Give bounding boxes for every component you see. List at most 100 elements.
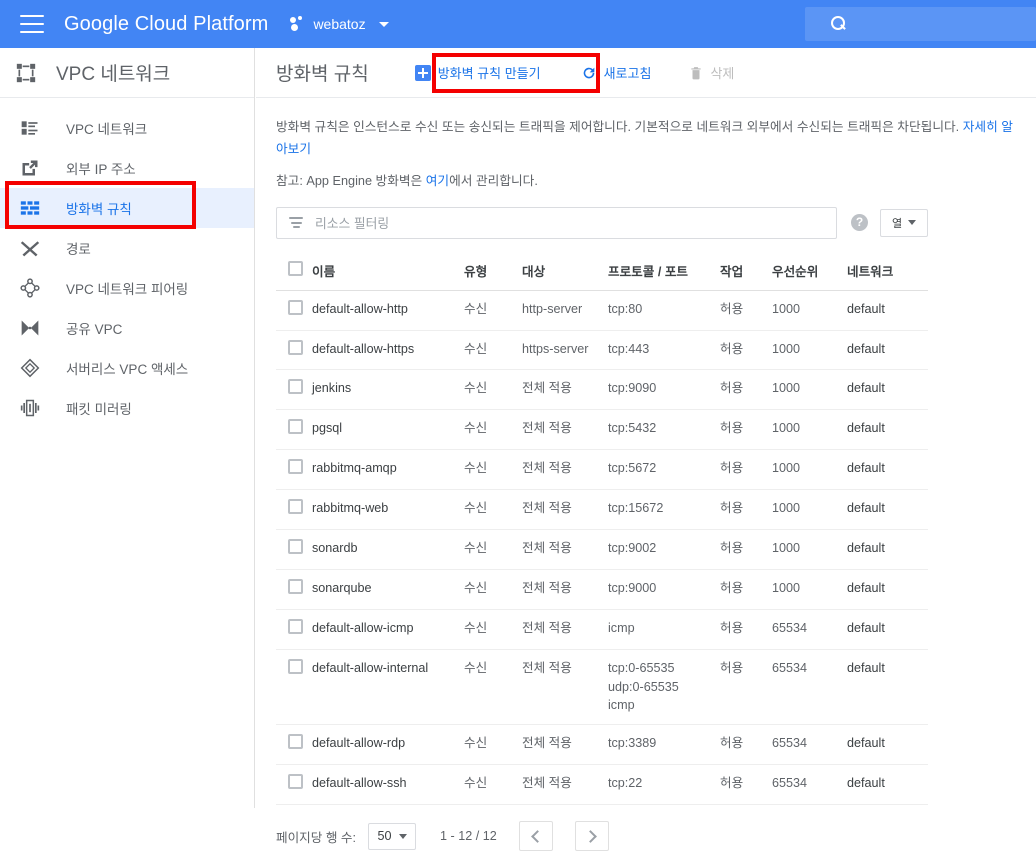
cell-type: 수신 (464, 724, 522, 766)
cell-protocol: tcp:9002 (608, 529, 720, 570)
row-checkbox[interactable] (288, 419, 303, 435)
row-checkbox[interactable] (288, 379, 303, 395)
left-sidebar: VPC 네트워크 VPC 네트워크 외부 IP 주소 방화벽 규칙 경로 VPC… (0, 48, 255, 808)
column-header-priority[interactable]: 우선순위 (772, 252, 847, 291)
cell-name[interactable]: pgsql (312, 409, 464, 451)
select-all-header (276, 252, 312, 291)
cell-network: default (847, 569, 928, 610)
row-checkbox-cell (276, 569, 312, 610)
table-row[interactable]: sonardb 수신 전체 적용 tcp:9002 허용 1000 default (276, 529, 928, 570)
cell-action: 허용 (720, 569, 772, 610)
cell-priority: 65534 (772, 649, 847, 726)
sidebar-item-shared-vpc[interactable]: 공유 VPC (0, 308, 254, 348)
cell-name[interactable]: sonarqube (312, 569, 464, 610)
columns-button[interactable]: 열 (880, 208, 928, 237)
sidebar-item-firewall-rules[interactable]: 방화벽 규칙 (0, 188, 254, 228)
search-icon (831, 16, 847, 32)
cell-priority: 1000 (772, 449, 847, 491)
table-row[interactable]: sonarqube 수신 전체 적용 tcp:9000 허용 1000 default (276, 569, 928, 610)
cell-name[interactable]: default-allow-https (312, 330, 464, 371)
app-engine-here-link[interactable]: 여기 (426, 174, 449, 188)
cell-type: 수신 (464, 409, 522, 451)
row-checkbox[interactable] (288, 539, 303, 554)
table-row[interactable]: jenkins 수신 전체 적용 tcp:9090 허용 1000 default (276, 369, 928, 411)
cell-name[interactable]: jenkins (312, 369, 464, 411)
help-circle-icon[interactable]: ? (851, 214, 868, 232)
global-search-input[interactable] (805, 7, 1036, 41)
cell-priority: 1000 (772, 529, 847, 570)
project-selector[interactable]: webatoz (290, 16, 389, 32)
column-header-protocol[interactable]: 프로토콜 / 포트 (608, 252, 720, 291)
cell-action: 허용 (720, 529, 772, 570)
row-checkbox[interactable] (288, 339, 303, 355)
row-checkbox[interactable] (288, 299, 303, 315)
vpc-network-icon (16, 63, 36, 82)
filter-icon (289, 217, 303, 229)
column-header-name[interactable]: 이름 (312, 252, 464, 291)
row-checkbox-cell (276, 369, 312, 411)
cell-target: 전체 적용 (522, 609, 608, 650)
column-header-network[interactable]: 네트워크 (847, 252, 928, 291)
cell-name[interactable]: default-allow-internal (312, 649, 464, 726)
column-header-target[interactable]: 대상 (522, 252, 608, 291)
sidebar-nav: VPC 네트워크 외부 IP 주소 방화벽 규칙 경로 VPC 네트워크 피어링… (0, 98, 254, 428)
cell-name[interactable]: default-allow-rdp (312, 724, 464, 766)
chevron-down-icon (398, 833, 407, 839)
next-page-button[interactable] (574, 821, 609, 851)
cell-type: 수신 (464, 764, 522, 806)
sidebar-item-serverless-vpc-access[interactable]: 서버리스 VPC 액세스 (0, 348, 254, 388)
table-row[interactable]: pgsql 수신 전체 적용 tcp:5432 허용 1000 default (276, 409, 928, 451)
cell-target: 전체 적용 (522, 409, 608, 451)
vpc-peering-icon (20, 278, 40, 298)
cell-priority: 65534 (772, 764, 847, 806)
resource-filter-input[interactable]: 리소스 필터링 (276, 206, 837, 239)
sidebar-item-label: 공유 VPC (66, 322, 123, 337)
table-row[interactable]: default-allow-icmp 수신 전체 적용 icmp 허용 65534 defa… (276, 609, 928, 650)
cell-type: 수신 (464, 609, 522, 650)
row-checkbox[interactable] (288, 618, 303, 634)
table-row[interactable]: default-allow-https 수신 https-server tcp:443… (276, 330, 928, 371)
sidebar-item-external-ip[interactable]: 외부 IP 주소 (0, 148, 254, 188)
cell-action: 허용 (720, 330, 772, 371)
cell-name[interactable]: rabbitmq-web (312, 489, 464, 530)
table-row[interactable]: default-allow-rdp 수신 전체 적용 tcp:3389 허용 65534 d… (276, 724, 928, 766)
row-checkbox[interactable] (288, 459, 303, 475)
cell-action: 허용 (720, 609, 772, 650)
column-header-action[interactable]: 작업 (720, 252, 772, 291)
row-checkbox[interactable] (288, 734, 303, 750)
cell-protocol: tcp:9090 (608, 369, 720, 411)
cell-name[interactable]: default-allow-ssh (312, 764, 464, 806)
sidebar-item-vpc-peering[interactable]: VPC 네트워크 피어링 (0, 268, 254, 308)
table-row[interactable]: rabbitmq-web 수신 전체 적용 tcp:15672 허용 1000 defaul… (276, 489, 928, 530)
table-row[interactable]: default-allow-ssh 수신 전체 적용 tcp:22 허용 65534 def… (276, 764, 928, 806)
row-checkbox[interactable] (288, 774, 303, 790)
row-checkbox[interactable] (288, 658, 303, 674)
cell-action: 허용 (720, 489, 772, 530)
cell-name[interactable]: default-allow-icmp (312, 609, 464, 650)
rows-per-page-select[interactable]: 50 (368, 822, 417, 850)
filter-row: 리소스 필터링 ? 열 (276, 206, 928, 239)
cell-target: 전체 적용 (522, 569, 608, 610)
previous-page-button[interactable] (518, 821, 553, 851)
sidebar-item-label: 패킷 미러링 (66, 402, 132, 417)
row-checkbox-cell (276, 489, 312, 530)
cell-name[interactable]: rabbitmq-amqp (312, 449, 464, 491)
cell-name[interactable]: default-allow-http (312, 290, 464, 331)
sidebar-item-vpc-network[interactable]: VPC 네트워크 (0, 108, 254, 148)
sidebar-item-routes[interactable]: 경로 (0, 228, 254, 268)
cell-protocol: tcp:5672 (608, 449, 720, 491)
cell-priority: 65534 (772, 724, 847, 766)
sidebar-item-packet-mirroring[interactable]: 패킷 미러링 (0, 388, 254, 428)
chevron-right-icon (583, 829, 597, 843)
row-checkbox[interactable] (288, 499, 303, 515)
table-row[interactable]: default-allow-internal 수신 전체 적용 tcp:0-65535… (276, 649, 928, 726)
hamburger-menu-icon[interactable] (20, 15, 44, 33)
table-row[interactable]: default-allow-http 수신 http-server tcp:80 허용 1… (276, 290, 928, 331)
row-checkbox[interactable] (288, 578, 303, 594)
table-body: default-allow-http 수신 http-server tcp:80 허용 1… (276, 290, 928, 806)
select-all-checkbox[interactable] (288, 261, 303, 277)
column-header-type[interactable]: 유형 (464, 252, 522, 291)
table-row[interactable]: rabbitmq-amqp 수신 전체 적용 tcp:5672 허용 1000 defaul… (276, 449, 928, 491)
cell-protocol: tcp:3389 (608, 724, 720, 766)
cell-name[interactable]: sonardb (312, 529, 464, 570)
